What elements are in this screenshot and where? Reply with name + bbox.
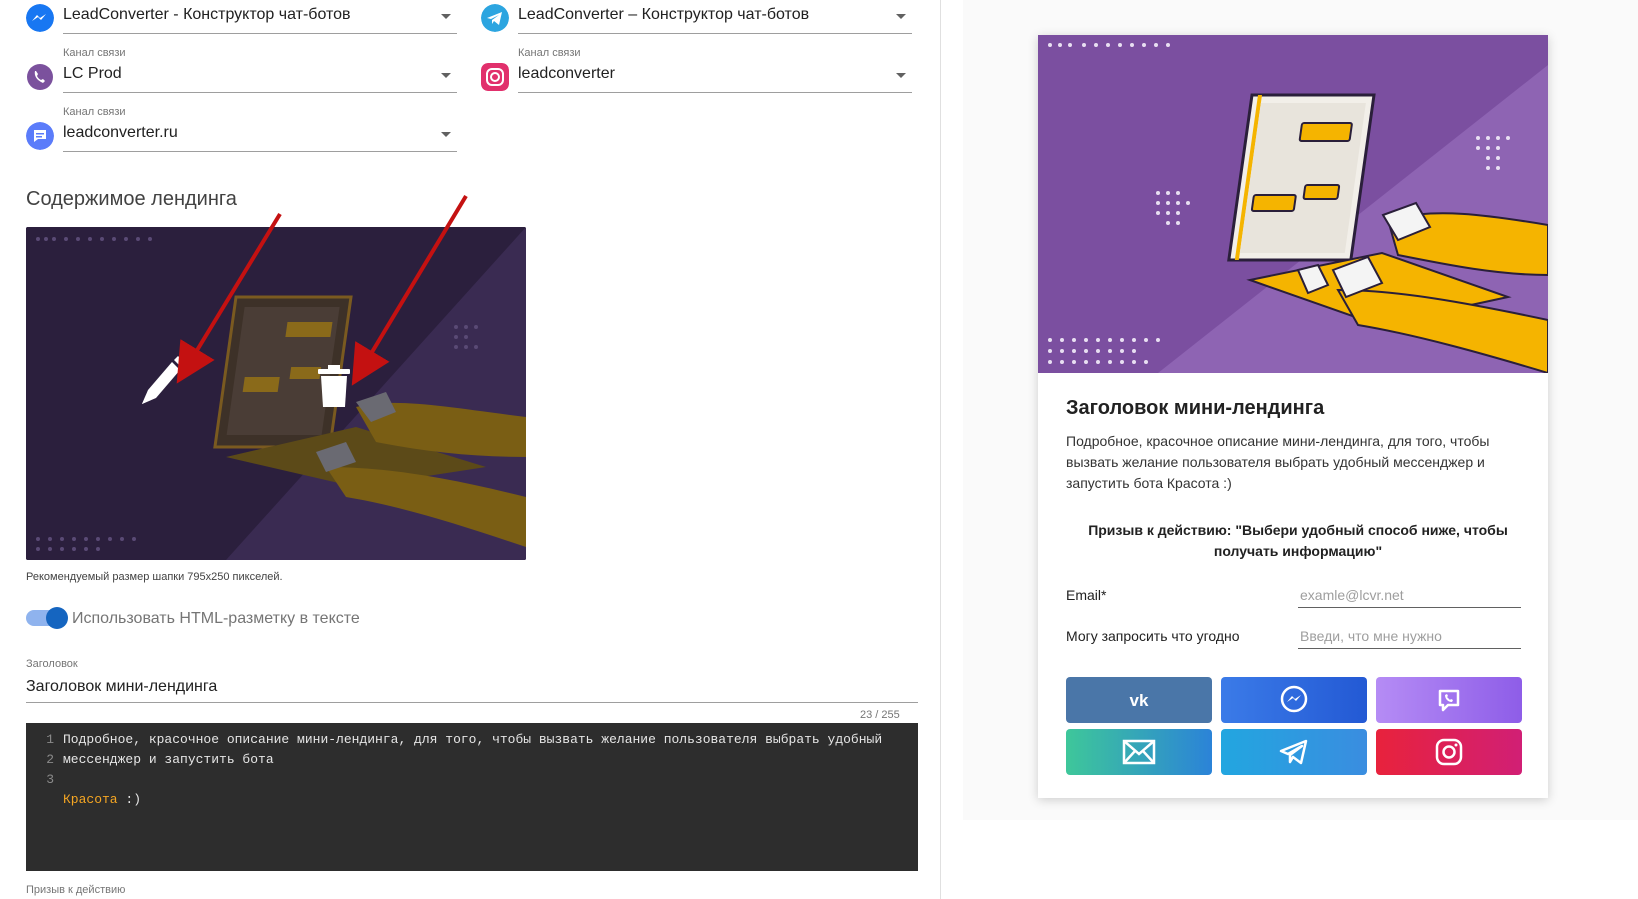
title-input[interactable]: Заголовок мини-лендинга (26, 678, 918, 703)
editor-text-rest: :) (117, 792, 142, 807)
telegram-icon (1279, 739, 1308, 765)
email-button[interactable] (1066, 729, 1212, 775)
html-markup-toggle-label: Использовать HTML-разметку в тексте (72, 610, 360, 627)
viber-icon (1438, 689, 1460, 712)
messenger-button[interactable] (1221, 677, 1367, 723)
toggle-knob[interactable] (46, 607, 68, 629)
editor-line-text: Красота :) (63, 790, 141, 810)
landing-header-image (1038, 35, 1548, 373)
instagram-icon (1435, 738, 1463, 766)
vk-icon: vk (1130, 691, 1149, 710)
messenger-icon (1280, 685, 1308, 713)
cta-field-label: Призыв к действию (26, 884, 126, 896)
editor-line: 1 Подробное, красочное описание мини-лен… (26, 730, 918, 750)
telegram-button[interactable] (1221, 729, 1367, 775)
vk-button[interactable]: vk (1066, 677, 1212, 723)
editor-line: Красота :) (26, 790, 918, 810)
landing-title: Заголовок мини-лендинга (1066, 397, 1325, 419)
line-number: 3 (46, 772, 54, 787)
header-size-hint: Рекомендуемый размер шапки 795х250 пиксе… (26, 571, 283, 583)
laptop-illustration (1038, 35, 1548, 373)
email-placeholder: examle@lcvr.net (1300, 587, 1404, 603)
landing-call-to-action: Призыв к действию: "Выбери удобный спосо… (1088, 522, 1508, 559)
request-field[interactable]: Введи, что мне нужно (1298, 624, 1521, 649)
editor-line: 2 мессенджер и запустить бота (26, 750, 918, 770)
request-placeholder: Введи, что мне нужно (1300, 628, 1442, 644)
title-char-counter: 23 / 255 (860, 709, 900, 721)
envelope-icon (1122, 739, 1156, 765)
request-label: Могу запросить что угодно (1066, 628, 1240, 644)
line-number: 2 (46, 752, 54, 767)
instagram-button[interactable] (1376, 729, 1522, 775)
description-code-editor[interactable]: 1 Подробное, красочное описание мини-лен… (26, 723, 918, 871)
landing-description: Подробное, красочное описание мини-ленди… (1066, 433, 1490, 491)
highlighted-word: Красота (63, 792, 118, 807)
email-field[interactable]: examle@lcvr.net (1298, 583, 1521, 608)
email-label: Email* (1066, 587, 1107, 603)
title-field-label: Заголовок (26, 658, 78, 670)
svg-text:vk: vk (1130, 691, 1149, 710)
html-markup-toggle[interactable] (26, 607, 68, 629)
viber-button[interactable] (1376, 677, 1522, 723)
editor-line-text: мессенджер и запустить бота (63, 752, 274, 767)
landing-preview-card: Заголовок мини-лендинга Подробное, красо… (1038, 35, 1548, 798)
line-number: 1 (46, 732, 54, 747)
editor-line-text: Подробное, красочное описание мини-ленди… (63, 732, 883, 747)
editor-line: 3 (26, 770, 918, 790)
